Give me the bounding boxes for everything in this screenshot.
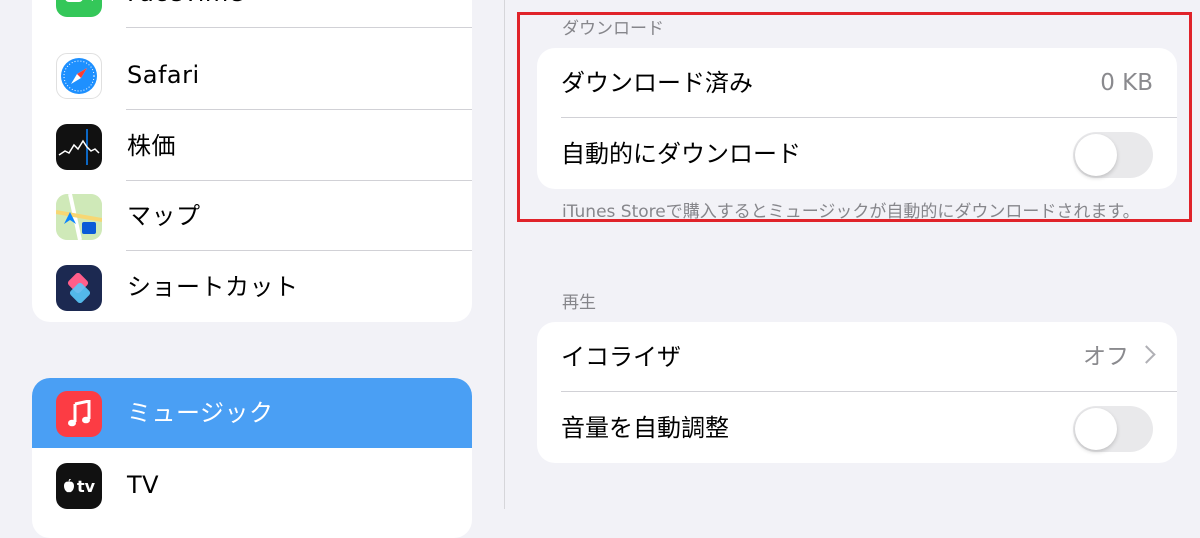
sound-check-row: 音量を自動調整 <box>537 393 1177 463</box>
download-card: ダウンロード済み 0 KB 自動的にダウンロード <box>537 48 1177 189</box>
chevron-right-icon <box>1137 345 1156 364</box>
sidebar-item-label: マップ <box>127 202 201 230</box>
downloaded-size-value: 0 KB <box>1100 70 1153 96</box>
equalizer-row[interactable]: イコライザ オフ <box>537 322 1177 392</box>
divider <box>126 250 472 251</box>
sidebar-item-maps[interactable]: マップ <box>32 181 472 251</box>
shortcuts-icon <box>56 265 102 311</box>
toggle-knob <box>1075 134 1117 176</box>
stocks-icon <box>56 124 102 170</box>
tv-icon-text: tv <box>76 476 96 496</box>
divider <box>126 27 472 28</box>
auto-download-row: 自動的にダウンロード <box>537 119 1177 189</box>
sidebar-item-facetime[interactable]: FaceTime <box>32 0 472 28</box>
settings-sidebar: FaceTime Safari 株価 マップ <box>0 0 505 538</box>
divider <box>126 109 472 110</box>
playback-card: イコライザ オフ 音量を自動調整 <box>537 322 1177 463</box>
sidebar-item-safari[interactable]: Safari <box>32 40 472 110</box>
downloaded-label: ダウンロード済み <box>561 69 753 97</box>
sidebar-item-music[interactable]: ミュージック <box>32 378 472 448</box>
divider <box>561 391 1177 392</box>
maps-icon <box>56 194 102 240</box>
sound-check-label: 音量を自動調整 <box>561 414 729 442</box>
sidebar-item-label: 株価 <box>127 132 176 160</box>
sound-check-toggle[interactable] <box>1073 406 1153 452</box>
sidebar-item-label: ミュージック <box>127 399 274 427</box>
toggle-knob <box>1075 408 1117 450</box>
sidebar-item-label: Safari <box>127 61 200 89</box>
music-icon <box>56 391 102 437</box>
auto-download-footnote: iTunes Storeで購入するとミュージックが自動的にダウンロードされます。 <box>562 202 1140 222</box>
equalizer-value: オフ <box>1083 344 1129 370</box>
playback-section-header: 再生 <box>562 293 596 313</box>
auto-download-label: 自動的にダウンロード <box>561 140 801 168</box>
downloaded-row[interactable]: ダウンロード済み 0 KB <box>537 48 1177 118</box>
sidebar-item-tv[interactable]: tv TV <box>32 450 472 520</box>
sidebar-item-stocks[interactable]: 株価 <box>32 111 472 181</box>
download-section-header: ダウンロード <box>562 19 664 39</box>
sidebar-item-label: TV <box>127 471 160 499</box>
sidebar-group-apps: FaceTime Safari 株価 マップ <box>32 0 472 322</box>
safari-icon <box>56 53 102 99</box>
sidebar-group-media: ミュージック tv TV <box>32 378 472 538</box>
facetime-icon <box>56 0 102 17</box>
divider <box>561 117 1177 118</box>
sidebar-item-label: FaceTime <box>127 0 244 28</box>
sidebar-item-label: ショートカット <box>127 273 299 301</box>
sidebar-item-shortcuts[interactable]: ショートカット <box>32 252 472 322</box>
auto-download-toggle[interactable] <box>1073 132 1153 178</box>
tv-icon: tv <box>56 463 102 509</box>
equalizer-label: イコライザ <box>561 343 681 371</box>
